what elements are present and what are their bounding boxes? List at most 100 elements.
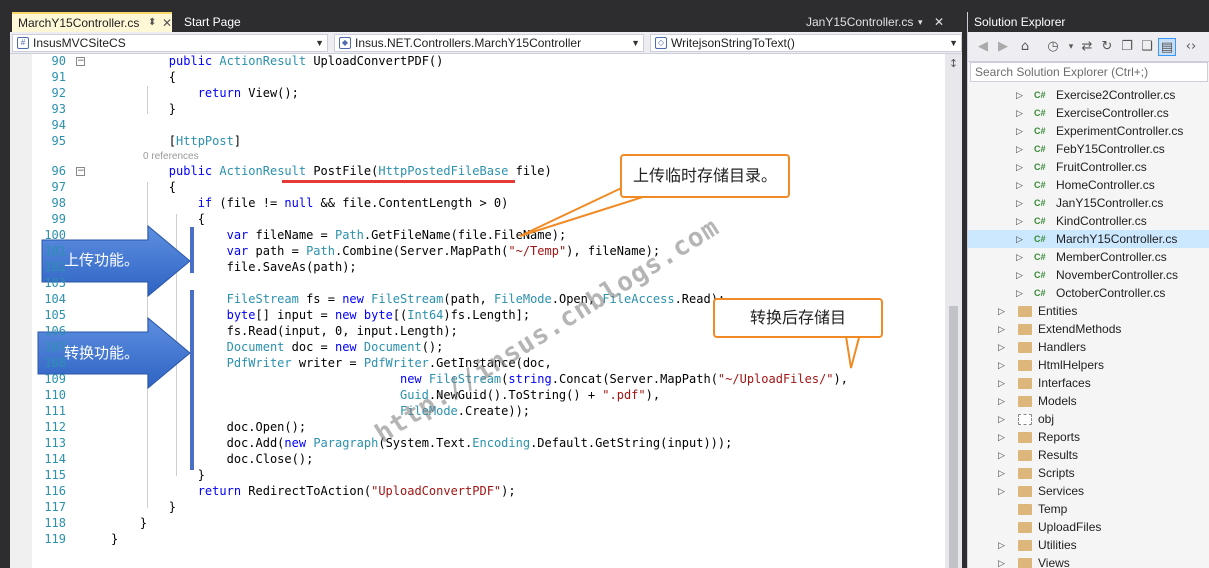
code-line[interactable]: public ActionResult PostFile(HttpPostedF… (111, 164, 552, 178)
code-line[interactable]: return View(); (111, 86, 299, 100)
code-line[interactable]: doc.Add(new Paragraph(System.Text.Encodi… (111, 436, 733, 450)
project-dropdown[interactable]: # InsusMVCSiteCS ▼ (12, 34, 328, 52)
expand-icon[interactable]: ▷ (998, 482, 1005, 500)
tree-item[interactable]: ▷ Scripts (968, 464, 1209, 482)
tree-item[interactable]: ▷ Services (968, 482, 1209, 500)
expand-icon[interactable]: ▷ (998, 374, 1005, 392)
tree-item[interactable]: ▷ C# KindController.cs (968, 212, 1209, 230)
tree-item[interactable]: ▷ Handlers (968, 338, 1209, 356)
tree-item[interactable]: ▷ Interfaces (968, 374, 1209, 392)
tree-item[interactable]: ▷ C# JanY15Controller.cs (968, 194, 1209, 212)
tree-item[interactable]: ▷ C# NovemberController.cs (968, 266, 1209, 284)
tree-item[interactable]: ▷ C# FebY15Controller.cs (968, 140, 1209, 158)
expand-icon[interactable]: ▷ (1016, 212, 1023, 230)
code-line[interactable]: } (111, 516, 147, 530)
expand-icon[interactable]: ▷ (1016, 248, 1023, 266)
expand-icon[interactable]: ▷ (1016, 284, 1023, 302)
expand-icon[interactable]: ▷ (998, 410, 1005, 428)
tree-item[interactable]: UploadFiles (968, 518, 1209, 536)
code-line[interactable]: } (111, 500, 176, 514)
chevron-down-icon[interactable]: ▾ (918, 12, 923, 32)
code-line[interactable]: return RedirectToAction("UploadConvertPD… (111, 484, 516, 498)
collapse-icon[interactable]: − (76, 167, 85, 176)
tree-item[interactable]: Temp (968, 500, 1209, 518)
class-dropdown[interactable]: ◆ Insus.NET.Controllers.MarchY15Controll… (334, 34, 644, 52)
tree-item[interactable]: ▷ C# MemberController.cs (968, 248, 1209, 266)
expand-icon[interactable]: ▷ (998, 464, 1005, 482)
tree-item[interactable]: ▷ obj (968, 410, 1209, 428)
tree-item[interactable]: ▷ ExtendMethods (968, 320, 1209, 338)
tab-start-page[interactable]: Start Page (178, 12, 288, 32)
collapse-all-icon[interactable]: ❐ (1118, 38, 1136, 56)
tree-item[interactable]: ▷ Models (968, 392, 1209, 410)
tree-item[interactable]: ▷ C# MarchY15Controller.cs (968, 230, 1209, 248)
expand-icon[interactable]: ▷ (1016, 86, 1023, 104)
expand-icon[interactable]: ▷ (998, 554, 1005, 568)
pending-changes-icon[interactable]: ◷ (1044, 38, 1062, 56)
tree-item[interactable]: ▷ Utilities (968, 536, 1209, 554)
code-editor[interactable]: public ActionResult UploadConvertPDF() {… (10, 54, 945, 568)
scrollbar-thumb[interactable] (949, 306, 958, 568)
sync-icon[interactable]: ⇄ (1078, 38, 1096, 56)
code-line[interactable]: doc.Open(); (111, 420, 306, 434)
tree-item[interactable]: ▷ Results (968, 446, 1209, 464)
expand-icon[interactable]: ▷ (998, 320, 1005, 338)
code-line[interactable]: if (file != null && file.ContentLength >… (111, 196, 509, 210)
expand-icon[interactable]: ▷ (1016, 230, 1023, 248)
expand-icon[interactable]: ▷ (998, 446, 1005, 464)
editor-vertical-scrollbar[interactable]: ↕ (945, 54, 962, 568)
code-line[interactable]: doc.Close(); (111, 452, 314, 466)
split-editor-icon[interactable]: ↕ (947, 56, 960, 72)
expand-icon[interactable]: ▷ (998, 392, 1005, 410)
expand-icon[interactable]: ▷ (998, 536, 1005, 554)
collapse-icon[interactable]: − (76, 57, 85, 66)
expand-icon[interactable]: ▷ (1016, 140, 1023, 158)
code-line[interactable]: public ActionResult UploadConvertPDF() (111, 54, 444, 68)
expand-icon[interactable]: ▷ (998, 302, 1005, 320)
member-dropdown[interactable]: ◇ WritejsonStringToText() ▼ (650, 34, 962, 52)
tree-item[interactable]: ▷ Reports (968, 428, 1209, 446)
back-icon[interactable]: ◀ (974, 38, 992, 56)
expand-icon[interactable]: ▷ (1016, 266, 1023, 284)
close-icon[interactable]: ✕ (162, 14, 172, 32)
tab-marchy15controller[interactable]: MarchY15Controller.cs ⬍ ✕ (12, 12, 172, 32)
code-line[interactable]: { (111, 70, 176, 84)
solution-tree[interactable]: ▷ C# Exercise2Controller.cs ▷ C# ExerciseCont… (968, 86, 1209, 568)
tree-item[interactable]: ▷ C# ExperimentController.cs (968, 122, 1209, 140)
show-all-files-icon[interactable]: ❑ (1138, 38, 1156, 56)
pin-icon[interactable]: ⬍ (148, 14, 156, 32)
tree-item[interactable]: ▷ C# Exercise2Controller.cs (968, 86, 1209, 104)
tree-item[interactable]: ▷ C# FruitController.cs (968, 158, 1209, 176)
toolbox-strip[interactable] (0, 0, 10, 568)
codelens-references[interactable]: 0 references (143, 151, 199, 162)
expand-icon[interactable]: ▷ (1016, 194, 1023, 212)
tree-item[interactable]: ▷ C# HomeController.cs (968, 176, 1209, 194)
forward-icon[interactable]: ▶ (994, 38, 1012, 56)
panel-title[interactable]: Solution Explorer (968, 12, 1209, 32)
tree-item[interactable]: ▷ C# ExerciseController.cs (968, 104, 1209, 122)
tree-item[interactable]: ▷ Views (968, 554, 1209, 568)
expand-icon[interactable]: ▷ (1016, 104, 1023, 122)
tree-item[interactable]: ▷ C# OctoberController.cs (968, 284, 1209, 302)
tree-item[interactable]: ▷ Entities (968, 302, 1209, 320)
chevron-down-icon[interactable]: ▼ (949, 35, 958, 51)
tab-preview-janY15controller[interactable]: JanY15Controller.cs ▾ ✕ (800, 12, 950, 32)
code-line[interactable]: FileMode.Create)); (111, 404, 530, 418)
chevron-down-icon[interactable]: ▼ (315, 35, 324, 51)
chevron-down-icon[interactable]: ▼ (631, 35, 640, 51)
home-icon[interactable]: ⌂ (1016, 38, 1034, 56)
code-line[interactable]: [HttpPost] (111, 134, 241, 148)
code-line[interactable]: { (111, 180, 176, 194)
expand-icon[interactable]: ▷ (998, 356, 1005, 374)
expand-icon[interactable]: ▷ (998, 338, 1005, 356)
close-icon[interactable]: ✕ (934, 12, 944, 32)
expand-icon[interactable]: ▷ (1016, 176, 1023, 194)
code-line[interactable]: } (111, 532, 118, 546)
view-code-icon[interactable]: ‹› (1182, 38, 1200, 56)
properties-icon[interactable]: ▤ (1158, 38, 1176, 56)
expand-icon[interactable]: ▷ (1016, 158, 1023, 176)
refresh-icon[interactable]: ↻ (1098, 38, 1116, 56)
code-line[interactable]: } (111, 468, 205, 482)
expand-icon[interactable]: ▷ (1016, 122, 1023, 140)
expand-icon[interactable]: ▷ (998, 428, 1005, 446)
